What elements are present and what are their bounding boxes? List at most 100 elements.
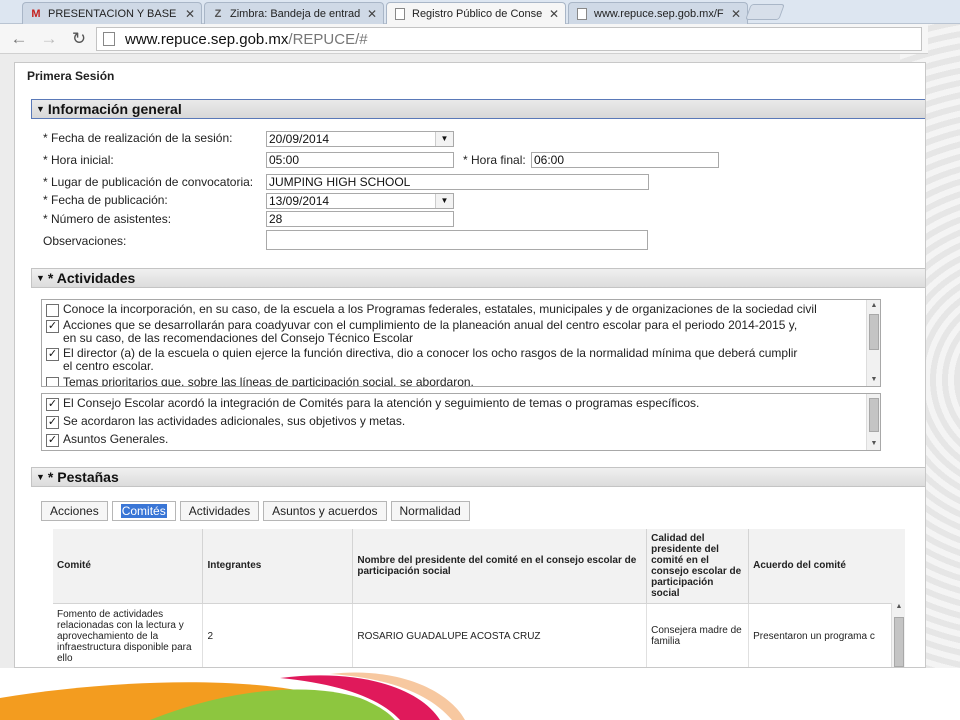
- footer-decoration: [0, 668, 960, 720]
- scrollbar-thumb[interactable]: [869, 314, 879, 350]
- url-path: /REPUCE/#: [288, 30, 368, 48]
- tab-normalidad[interactable]: Normalidad: [390, 501, 470, 521]
- tab-actividades[interactable]: Actividades: [179, 501, 260, 521]
- page-icon: [393, 7, 407, 21]
- table-scrollbar[interactable]: ▲: [891, 603, 905, 667]
- lugar-input[interactable]: JUMPING HIGH SCHOOL: [266, 174, 649, 190]
- tab-label: Actividades: [188, 504, 251, 518]
- activity-item[interactable]: ✓ Asuntos Generales.: [46, 433, 168, 447]
- column-header[interactable]: Comité: [53, 529, 204, 604]
- scroll-up-icon[interactable]: ▲: [867, 300, 880, 312]
- fecha-publicacion-value: 13/09/2014: [269, 194, 330, 208]
- comites-table-container: Comité Integrantes Nombre del presidente…: [53, 529, 905, 667]
- section-header-general[interactable]: ▼ Información general: [31, 99, 925, 119]
- forward-arrow-icon[interactable]: →: [38, 29, 60, 49]
- collapse-triangle-icon: ▼: [36, 472, 45, 482]
- browser-tab-repuce-2[interactable]: www.repuce.sep.gob.mx/F ✕: [568, 2, 748, 24]
- close-icon[interactable]: ✕: [185, 7, 195, 21]
- dropdown-arrow-icon[interactable]: ▼: [435, 194, 453, 208]
- browser-nav-bar: ← → ↻ www.repuce.sep.gob.mx/REPUCE/#: [0, 24, 928, 54]
- activities-scrollbar[interactable]: ▲ ▼: [866, 300, 880, 386]
- activity-text-line2: en su caso, de las recomendaciones del C…: [63, 331, 413, 345]
- new-tab-button[interactable]: [745, 4, 785, 20]
- browser-tab-label: www.repuce.sep.gob.mx/F: [594, 7, 724, 20]
- table-cell: 2: [202, 603, 354, 667]
- activities-list-1[interactable]: Conoce la incorporación, en su caso, de …: [41, 299, 881, 387]
- section-header-label: * Actividades: [47, 270, 136, 286]
- asistentes-input[interactable]: 28: [266, 211, 454, 227]
- scroll-down-icon[interactable]: ▼: [867, 438, 880, 450]
- browser-tab-repuce[interactable]: Registro Público de Conse ✕: [386, 2, 566, 25]
- table-header-row: Comité Integrantes Nombre del presidente…: [53, 529, 905, 604]
- tab-label: Acciones: [50, 504, 99, 518]
- hora-final-input[interactable]: 06:00: [531, 152, 719, 168]
- column-header[interactable]: Integrantes: [202, 529, 354, 604]
- activity-item[interactable]: ✓ El director (a) de la escuela o quien …: [46, 347, 797, 373]
- tab-asuntos-acuerdos[interactable]: Asuntos y acuerdos: [263, 501, 387, 521]
- fecha-publicacion-select[interactable]: 13/09/2014 ▼: [266, 193, 454, 209]
- activity-checkbox[interactable]: ✓: [46, 416, 59, 429]
- reload-icon[interactable]: ↻: [68, 29, 90, 49]
- activity-checkbox[interactable]: [46, 304, 59, 317]
- section-header-pestanas[interactable]: ▼ * Pestañas: [31, 467, 925, 487]
- activity-item[interactable]: ✓ El Consejo Escolar acordó la integraci…: [46, 397, 699, 411]
- hora-final-label: * Hora final:: [463, 153, 526, 167]
- dropdown-arrow-icon[interactable]: ▼: [435, 132, 453, 146]
- activities-scrollbar-2[interactable]: ▼: [866, 394, 880, 450]
- scrollbar-thumb[interactable]: [894, 617, 904, 667]
- close-icon[interactable]: ✕: [367, 7, 377, 21]
- address-bar[interactable]: www.repuce.sep.gob.mx/REPUCE/#: [96, 27, 922, 51]
- table-cell: ROSARIO GUADALUPE ACOSTA CRUZ: [352, 603, 648, 667]
- scroll-down-icon[interactable]: ▼: [867, 374, 880, 386]
- column-header[interactable]: Acuerdo del comité: [748, 529, 905, 604]
- activity-text-line1: Acciones que se desarrollarán para coady…: [63, 318, 798, 332]
- table-row[interactable]: Fomento de actividades relacionadas con …: [53, 603, 905, 667]
- activity-item[interactable]: ✓ Se acordaron las actividades adicional…: [46, 415, 405, 429]
- activity-checkbox[interactable]: [46, 377, 59, 386]
- lugar-label: * Lugar de publicación de convocatoria:: [43, 175, 254, 189]
- activity-text: El director (a) de la escuela o quien ej…: [63, 347, 797, 373]
- comites-table: Comité Integrantes Nombre del presidente…: [53, 529, 905, 667]
- hora-inicial-input[interactable]: 05:00: [266, 152, 454, 168]
- section-header-actividades[interactable]: ▼ * Actividades: [31, 268, 925, 288]
- activity-text-line2: el centro escolar.: [63, 359, 154, 373]
- column-header[interactable]: Calidad del presidente del comité en el …: [646, 529, 750, 604]
- activity-checkbox[interactable]: ✓: [46, 320, 59, 333]
- activity-item[interactable]: Temas prioritarios que, sobre las líneas…: [46, 376, 474, 387]
- page-icon: [575, 7, 589, 21]
- back-arrow-icon[interactable]: ←: [8, 29, 30, 49]
- activity-checkbox[interactable]: ✓: [46, 348, 59, 361]
- tab-comites[interactable]: Comités: [111, 501, 176, 521]
- tab-acciones[interactable]: Acciones: [41, 501, 108, 521]
- section-header-label: Información general: [47, 101, 182, 117]
- scroll-up-icon[interactable]: ▲: [892, 603, 905, 610]
- browser-tab-zimbra[interactable]: Z Zimbra: Bandeja de entrad ✕: [204, 2, 384, 24]
- column-header[interactable]: Nombre del presidente del comité en el c…: [352, 529, 648, 604]
- activity-checkbox[interactable]: ✓: [46, 398, 59, 411]
- collapse-triangle-icon: ▼: [36, 273, 45, 283]
- browser-tab-gmail[interactable]: M PRESENTACION Y BASE D ✕: [22, 2, 202, 24]
- activity-text-line1: Temas prioritarios que, sobre las líneas…: [63, 375, 474, 387]
- session-title: Primera Sesión: [27, 69, 115, 83]
- scrollbar-thumb[interactable]: [869, 398, 879, 432]
- fecha-sesion-select[interactable]: 20/09/2014 ▼: [266, 131, 454, 147]
- tab-label: Asuntos y acuerdos: [272, 504, 378, 518]
- close-icon[interactable]: ✕: [549, 7, 559, 21]
- activities-list-2[interactable]: ✓ El Consejo Escolar acordó la integraci…: [41, 393, 881, 451]
- collapse-triangle-icon: ▼: [36, 104, 45, 114]
- observaciones-input[interactable]: [266, 230, 648, 250]
- activity-text: Acciones que se desarrollarán para coady…: [63, 319, 797, 345]
- inner-tabs: Acciones Comités Actividades Asuntos y a…: [41, 501, 474, 521]
- activity-text: Asuntos Generales.: [63, 432, 169, 446]
- activity-text: Se acordaron las actividades adicionales…: [63, 414, 406, 428]
- close-icon[interactable]: ✕: [731, 7, 741, 21]
- zimbra-icon: Z: [214, 7, 222, 20]
- activity-item[interactable]: Conoce la incorporación, en su caso, de …: [46, 303, 817, 317]
- activity-item[interactable]: ✓ Acciones que se desarrollarán para coa…: [46, 319, 797, 345]
- asistentes-label: * Número de asistentes:: [43, 212, 172, 226]
- fecha-sesion-value: 20/09/2014: [269, 132, 330, 146]
- activity-checkbox[interactable]: ✓: [46, 434, 59, 447]
- activity-text: Temas prioritarios que, sobre las líneas…: [63, 376, 474, 387]
- page-content: Primera Sesión ▼ Información general * F…: [14, 62, 926, 668]
- activity-text-line1: Conoce la incorporación, en su caso, de …: [63, 302, 817, 316]
